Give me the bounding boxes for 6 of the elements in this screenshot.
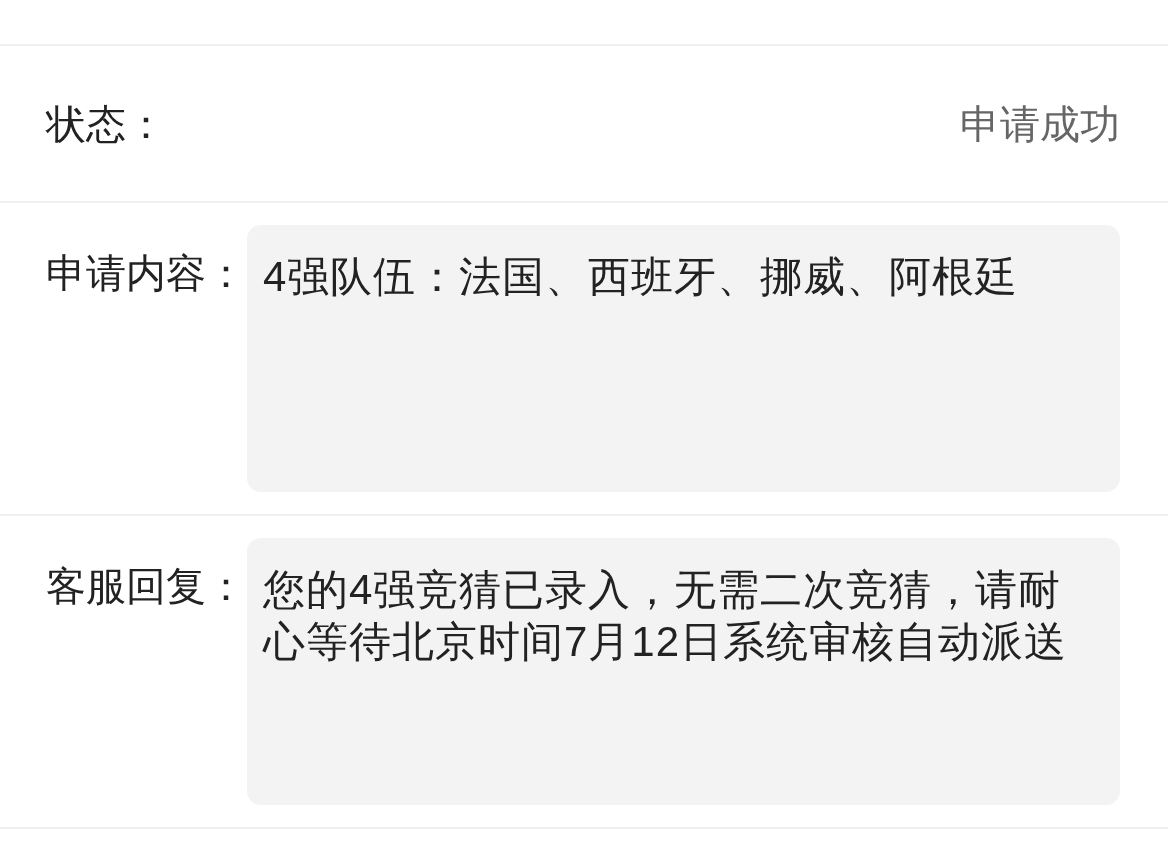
panel-text: 您的4强竞猜已录入，无需二次竞猜，请耐心等待北京时间7月12日系统审核自动派送 xyxy=(263,565,1069,667)
status-label: 状态： xyxy=(46,100,166,148)
field-label: 客服回复： xyxy=(46,563,247,610)
panel-text: 4强队伍：法国、西班牙、挪威、阿根廷 xyxy=(263,252,1020,302)
field-label: 申请内容： xyxy=(46,250,247,297)
status-value: 申请成功 xyxy=(960,100,1120,148)
